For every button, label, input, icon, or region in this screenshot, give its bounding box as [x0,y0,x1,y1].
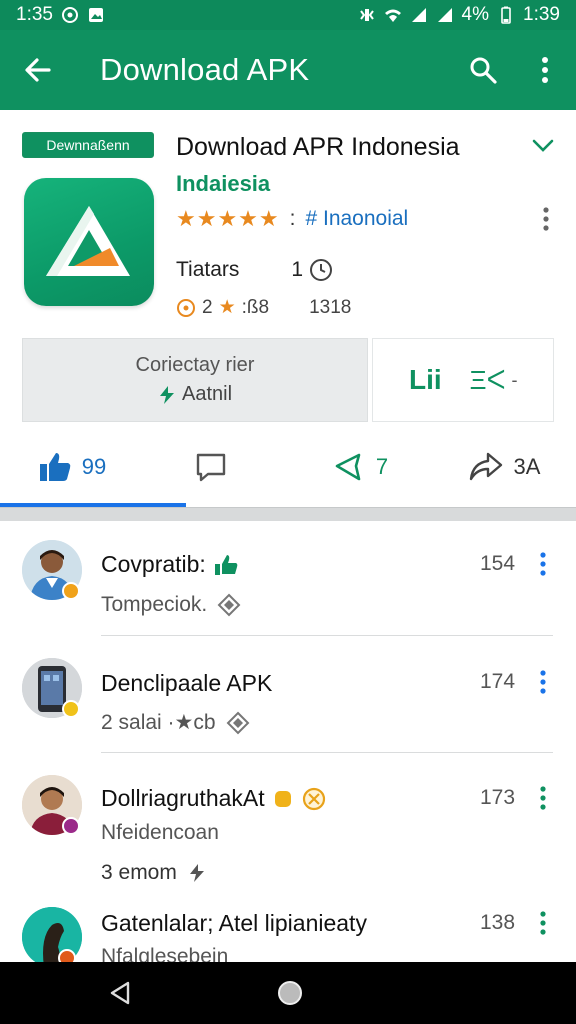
item-count: 173 [480,786,516,809]
more-vert-icon[interactable] [534,551,552,577]
page-title: Download APK [100,52,310,87]
secondary-controls: Ξᐸ - [470,365,518,396]
lightning-icon [159,385,174,404]
secondary-label-3: - [511,369,518,390]
section-separator [0,507,576,521]
image-notification-icon [88,8,103,22]
wifi-icon [384,9,401,22]
battery-percent: 4% [461,4,490,25]
close-circle-icon [302,787,325,810]
clock-icon [310,259,333,281]
badge-star-icon [274,790,291,807]
item-count: 138 [480,911,516,934]
stats-row: 99 7 3A [0,432,576,506]
more-vert-icon[interactable] [534,785,552,811]
bolt-icon [189,864,204,882]
battery-icon [501,6,511,24]
secondary-label-2: Ξᐸ [469,364,506,395]
meta-value: 1 [291,258,304,281]
item-subtitle-2: 3 emom [101,861,177,884]
meta-label: Tiatars [176,258,240,281]
secondary-action-box[interactable]: Lii Ξᐸ - [372,338,554,422]
action-line-1: Coriectay rier [135,354,255,376]
signal-icon [411,8,426,22]
app-more-button[interactable] [534,204,558,234]
app-title: Download APR Indonesia [176,133,460,161]
diamond-icon [217,593,241,617]
app-category[interactable]: # Inaonoial [305,207,408,231]
info-circle-icon [177,298,195,317]
avatar-badge [62,582,80,600]
item-subtitle: 2 salai ·★cb [101,711,216,734]
back-button[interactable] [0,30,76,110]
rating-separator: : [289,207,296,230]
more-vert-icon [543,207,549,231]
nav-back-icon [110,981,130,1005]
like-button[interactable]: 99 [0,432,144,502]
expand-button[interactable] [528,132,558,158]
app-badge: Dewnnaßenn [22,132,154,158]
app-developer[interactable]: Indaiesia [176,171,270,197]
chevron-down-icon [532,139,554,152]
item-title: Gatenlalar; Atel lipianieaty [101,910,367,936]
status-time-right: 1:39 [523,4,560,25]
rating-row: ★★★★★ : # Inaonoial [176,206,408,232]
app-meta-row-2: 2 ★ :ß8 1318 [176,296,351,319]
item-title: DollriagruthakAt [101,785,265,811]
arrow-back-icon [25,58,51,82]
share-icon [469,452,502,481]
signal-2-icon [437,8,452,22]
search-icon [470,57,497,84]
diamond-icon [226,711,249,734]
nav-home-icon [278,981,302,1005]
meta2-b: :ß8 [241,296,270,318]
screen: 1:35 4% 1:39 Download APK Dewnnaßenn Dow… [0,0,576,1024]
system-nav-bar [0,962,576,1024]
status-time: 1:35 [16,4,53,25]
nav-back-button[interactable] [90,962,150,1024]
app-bar: Download APK [0,30,576,110]
vibrate-icon [359,9,374,21]
divider [101,752,553,753]
meta2-a: 2 [202,296,213,318]
divider [101,635,553,636]
like-count: 99 [81,454,107,479]
meta2-c: 1318 [309,296,352,318]
avatar-badge [62,817,80,835]
app-logo-icon [46,206,130,276]
item-subtitle: Nfeidencoan [101,821,219,844]
item-count: 154 [480,552,516,575]
share-count: 3A [513,454,541,479]
item-subtitle: Tompeciok. [101,593,208,616]
rating-stars: ★★★★★ [176,206,280,231]
more-vert-icon[interactable] [534,669,552,695]
more-vert-icon [542,57,548,83]
app-icon[interactable] [24,178,154,306]
secondary-label: Lii [409,364,442,395]
status-bar: 1:35 4% 1:39 [0,0,576,30]
primary-action-box[interactable]: Coriectay rier Aatnil [22,338,368,422]
megaphone-icon [335,453,361,481]
announce-count: 7 [375,454,389,479]
star-small-icon: ★ [218,297,236,318]
gallery-notification-icon [61,7,78,23]
overflow-menu-button[interactable] [514,30,576,110]
comment-icon [196,453,226,482]
item-count: 174 [480,670,516,693]
announce-button[interactable]: 7 [288,432,432,502]
action-line-2: Aatnil [181,383,233,405]
more-vert-icon[interactable] [534,910,552,936]
item-title: Covpratib: [101,551,206,577]
avatar-badge [62,700,80,718]
nav-home-button[interactable] [260,962,320,1024]
share-button[interactable]: 3A [432,432,576,502]
verified-thumb-icon [214,554,238,575]
item-title: Denclipaale APK [101,670,273,696]
search-button[interactable] [452,30,514,110]
comment-button[interactable] [144,432,288,502]
app-meta-row: Tiatars 1 [176,258,333,282]
thumbs-up-icon [39,453,70,481]
